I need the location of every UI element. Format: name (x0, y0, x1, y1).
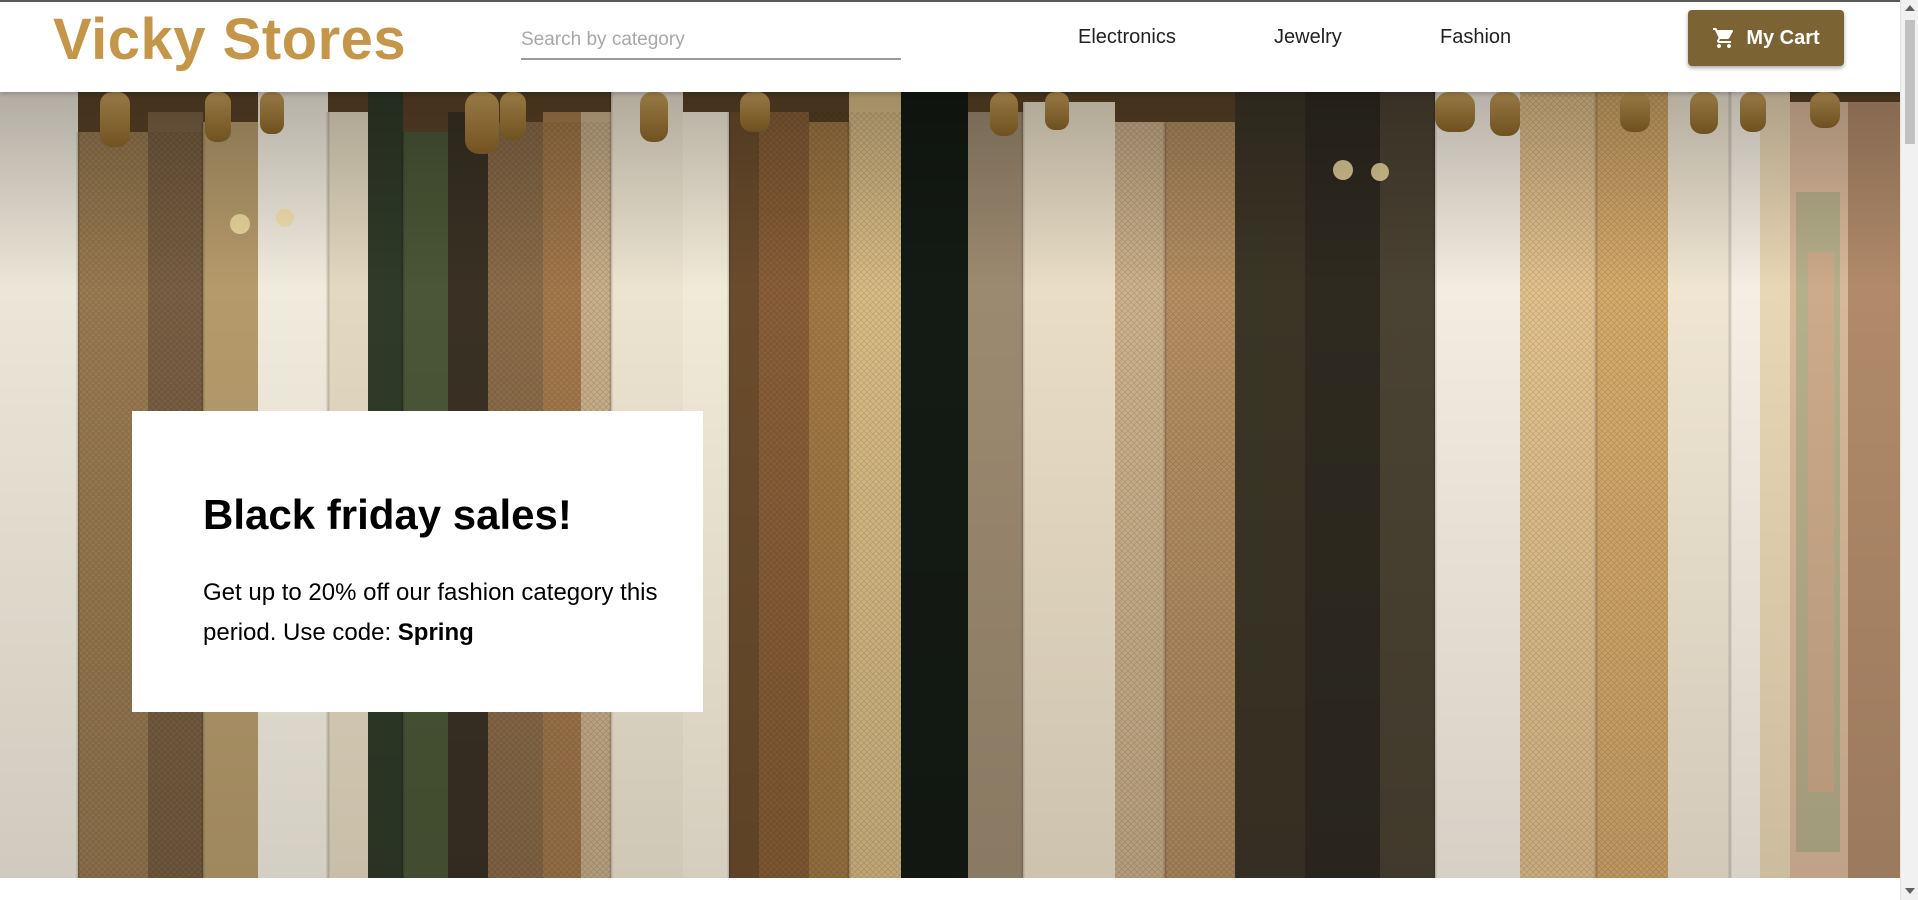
page: Vicky Stores Electronics Jewelry Fashion… (0, 0, 1900, 900)
page-scrollbar[interactable] (1900, 0, 1918, 900)
promo-text: Get up to 20% off our fashion category t… (203, 573, 663, 653)
cart-label: My Cart (1746, 26, 1820, 49)
promo-card: Black friday sales! Get up to 20% off ou… (132, 411, 703, 712)
site-header: Vicky Stores Electronics Jewelry Fashion… (0, 2, 1900, 92)
nav-link-electronics[interactable]: Electronics (1078, 26, 1176, 49)
search-input[interactable] (521, 22, 901, 60)
promo-title: Black friday sales! (203, 491, 572, 538)
brand-logo[interactable]: Vicky Stores (53, 7, 406, 73)
hero-banner: Black friday sales! Get up to 20% off ou… (0, 92, 1900, 878)
my-cart-button[interactable]: My Cart (1688, 10, 1844, 66)
cart-icon (1713, 28, 1734, 48)
nav-link-fashion[interactable]: Fashion (1440, 26, 1511, 49)
nav-link-jewelry[interactable]: Jewelry (1274, 26, 1342, 49)
promo-code: Spring (397, 619, 474, 646)
scroll-thumb[interactable] (1905, 20, 1915, 144)
scroll-down-arrow-icon[interactable] (1905, 888, 1915, 894)
scroll-up-arrow-icon[interactable] (1905, 5, 1915, 11)
